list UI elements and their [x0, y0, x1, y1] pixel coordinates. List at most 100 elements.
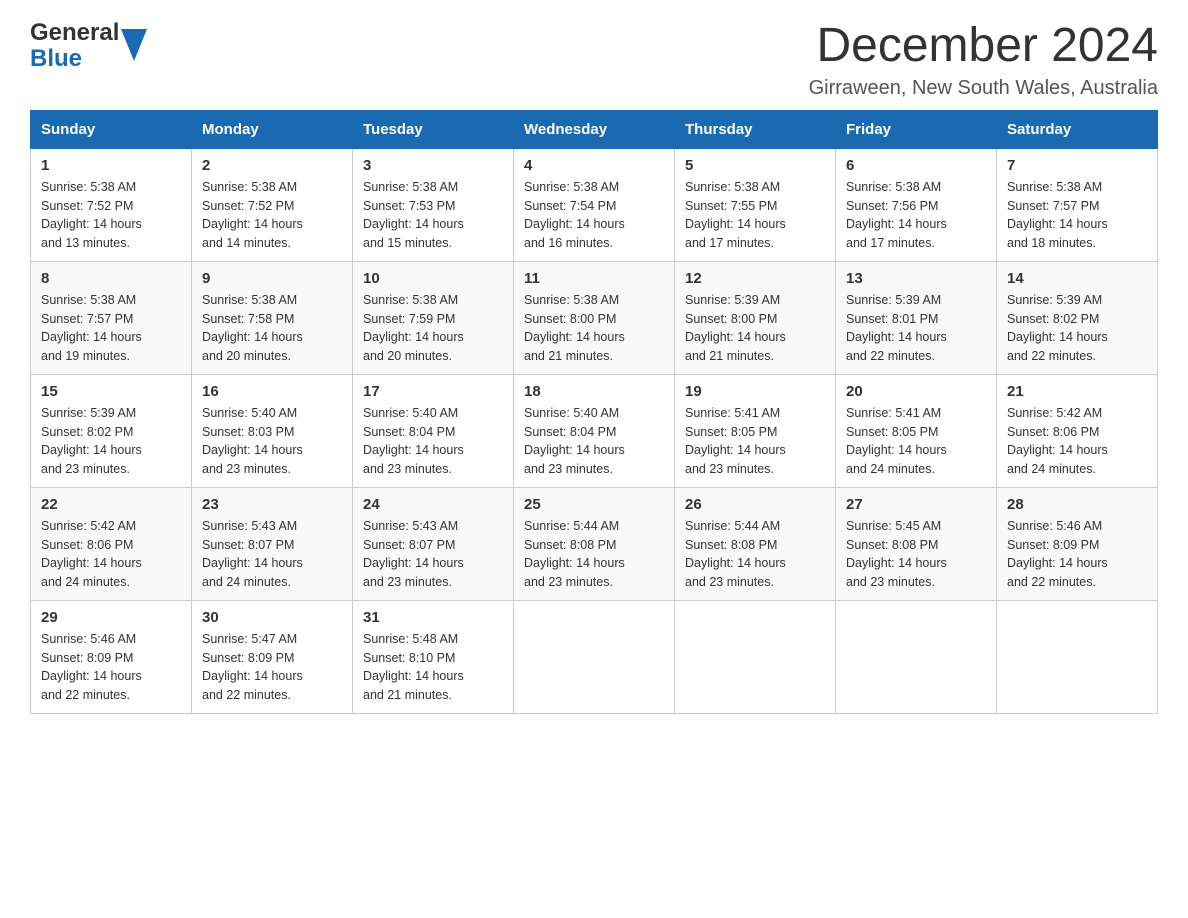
table-row: [514, 600, 675, 713]
day-number: 12: [685, 270, 825, 287]
calendar-week-row: 1 Sunrise: 5:38 AMSunset: 7:52 PMDaylight…: [31, 148, 1158, 261]
table-row: 7Sunrise: 5:38 AMSunset: 7:57 PMDaylight…: [997, 148, 1158, 261]
table-row: 14 Sunrise: 5:39 AMSunset: 8:02 PMDayligh…: [997, 261, 1158, 374]
table-row: 19 Sunrise: 5:41 AMSunset: 8:05 PMDayligh…: [675, 374, 836, 487]
calendar-table: Sunday Monday Tuesday Wednesday Thursday…: [30, 110, 1158, 714]
header-saturday: Saturday: [997, 110, 1158, 148]
table-row: 16 Sunrise: 5:40 AMSunset: 8:03 PMDayligh…: [192, 374, 353, 487]
table-row: 9 Sunrise: 5:38 AMSunset: 7:58 PMDaylight…: [192, 261, 353, 374]
day-info: Sunrise: 5:42 AMSunset: 8:06 PMDaylight:…: [41, 517, 181, 592]
day-info: Sunrise: 5:44 AMSunset: 8:08 PMDaylight:…: [685, 517, 825, 592]
table-row: [836, 600, 997, 713]
table-row: 25 Sunrise: 5:44 AMSunset: 8:08 PMDayligh…: [514, 487, 675, 600]
header-sunday: Sunday: [31, 110, 192, 148]
day-number: 15: [41, 383, 181, 400]
day-number: 23: [202, 496, 342, 513]
table-row: 21 Sunrise: 5:42 AMSunset: 8:06 PMDayligh…: [997, 374, 1158, 487]
table-row: 29 Sunrise: 5:46 AMSunset: 8:09 PMDayligh…: [31, 600, 192, 713]
table-row: 17 Sunrise: 5:40 AMSunset: 8:04 PMDayligh…: [353, 374, 514, 487]
day-number: 19: [685, 383, 825, 400]
day-info: Sunrise: 5:40 AMSunset: 8:03 PMDaylight:…: [202, 404, 342, 479]
day-info: Sunrise: 5:43 AMSunset: 8:07 PMDaylight:…: [363, 517, 503, 592]
day-info: Sunrise: 5:45 AMSunset: 8:08 PMDaylight:…: [846, 517, 986, 592]
table-row: 15 Sunrise: 5:39 AMSunset: 8:02 PMDayligh…: [31, 374, 192, 487]
day-number: 14: [1007, 270, 1147, 287]
day-number: 22: [41, 496, 181, 513]
day-info: Sunrise: 5:39 AMSunset: 8:00 PMDaylight:…: [685, 291, 825, 366]
table-row: 27 Sunrise: 5:45 AMSunset: 8:08 PMDayligh…: [836, 487, 997, 600]
table-row: 23 Sunrise: 5:43 AMSunset: 8:07 PMDayligh…: [192, 487, 353, 600]
day-number: 9: [202, 270, 342, 287]
day-info: Sunrise: 5:38 AMSunset: 7:59 PMDaylight:…: [363, 291, 503, 366]
table-row: 8 Sunrise: 5:38 AMSunset: 7:57 PMDaylight…: [31, 261, 192, 374]
day-info: Sunrise: 5:38 AMSunset: 7:55 PMDaylight:…: [685, 178, 825, 253]
table-row: 20Sunrise: 5:41 AMSunset: 8:05 PMDayligh…: [836, 374, 997, 487]
day-number: 16: [202, 383, 342, 400]
calendar-week-row: 22 Sunrise: 5:42 AMSunset: 8:06 PMDayligh…: [31, 487, 1158, 600]
header-tuesday: Tuesday: [353, 110, 514, 148]
location-title: Girraween, New South Wales, Australia: [809, 77, 1158, 100]
day-number: 28: [1007, 496, 1147, 513]
day-info: Sunrise: 5:39 AMSunset: 8:02 PMDaylight:…: [41, 404, 181, 479]
table-row: 10 Sunrise: 5:38 AMSunset: 7:59 PMDayligh…: [353, 261, 514, 374]
table-row: [675, 600, 836, 713]
day-number: 18: [524, 383, 664, 400]
day-number: 8: [41, 270, 181, 287]
day-info: Sunrise: 5:38 AMSunset: 7:53 PMDaylight:…: [363, 178, 503, 253]
table-row: 31Sunrise: 5:48 AMSunset: 8:10 PMDayligh…: [353, 600, 514, 713]
day-info: Sunrise: 5:40 AMSunset: 8:04 PMDaylight:…: [363, 404, 503, 479]
calendar-header-row: Sunday Monday Tuesday Wednesday Thursday…: [31, 110, 1158, 148]
day-info: Sunrise: 5:38 AMSunset: 7:57 PMDaylight:…: [1007, 178, 1147, 253]
calendar-week-row: 15 Sunrise: 5:39 AMSunset: 8:02 PMDayligh…: [31, 374, 1158, 487]
day-number: 27: [846, 496, 986, 513]
table-row: 2Sunrise: 5:38 AMSunset: 7:52 PMDaylight…: [192, 148, 353, 261]
day-number: 21: [1007, 383, 1147, 400]
day-number: 25: [524, 496, 664, 513]
day-number: 1: [41, 157, 181, 174]
day-info: Sunrise: 5:46 AMSunset: 8:09 PMDaylight:…: [41, 630, 181, 705]
table-row: 13Sunrise: 5:39 AMSunset: 8:01 PMDayligh…: [836, 261, 997, 374]
header-thursday: Thursday: [675, 110, 836, 148]
month-title: December 2024: [809, 20, 1158, 73]
day-info: Sunrise: 5:47 AMSunset: 8:09 PMDaylight:…: [202, 630, 342, 705]
day-number: 26: [685, 496, 825, 513]
day-info: Sunrise: 5:38 AMSunset: 7:56 PMDaylight:…: [846, 178, 986, 253]
day-number: 6: [846, 157, 986, 174]
day-info: Sunrise: 5:38 AMSunset: 7:54 PMDaylight:…: [524, 178, 664, 253]
day-info: Sunrise: 5:41 AMSunset: 8:05 PMDaylight:…: [846, 404, 986, 479]
table-row: 1 Sunrise: 5:38 AMSunset: 7:52 PMDaylight…: [31, 148, 192, 261]
day-info: Sunrise: 5:42 AMSunset: 8:06 PMDaylight:…: [1007, 404, 1147, 479]
day-number: 30: [202, 609, 342, 626]
logo: General Blue: [30, 20, 147, 73]
day-info: Sunrise: 5:43 AMSunset: 8:07 PMDaylight:…: [202, 517, 342, 592]
day-number: 2: [202, 157, 342, 174]
day-info: Sunrise: 5:38 AMSunset: 7:57 PMDaylight:…: [41, 291, 181, 366]
day-info: Sunrise: 5:48 AMSunset: 8:10 PMDaylight:…: [363, 630, 503, 705]
table-row: 3 Sunrise: 5:38 AMSunset: 7:53 PMDaylight…: [353, 148, 514, 261]
table-row: 28 Sunrise: 5:46 AMSunset: 8:09 PMDayligh…: [997, 487, 1158, 600]
day-number: 13: [846, 270, 986, 287]
table-row: 26 Sunrise: 5:44 AMSunset: 8:08 PMDayligh…: [675, 487, 836, 600]
table-row: 22 Sunrise: 5:42 AMSunset: 8:06 PMDayligh…: [31, 487, 192, 600]
table-row: [997, 600, 1158, 713]
day-info: Sunrise: 5:38 AMSunset: 7:58 PMDaylight:…: [202, 291, 342, 366]
day-number: 5: [685, 157, 825, 174]
day-info: Sunrise: 5:44 AMSunset: 8:08 PMDaylight:…: [524, 517, 664, 592]
header-wednesday: Wednesday: [514, 110, 675, 148]
day-info: Sunrise: 5:41 AMSunset: 8:05 PMDaylight:…: [685, 404, 825, 479]
day-info: Sunrise: 5:46 AMSunset: 8:09 PMDaylight:…: [1007, 517, 1147, 592]
day-info: Sunrise: 5:39 AMSunset: 8:02 PMDaylight:…: [1007, 291, 1147, 366]
logo-blue-text: Blue: [30, 46, 119, 72]
header-monday: Monday: [192, 110, 353, 148]
table-row: 5 Sunrise: 5:38 AMSunset: 7:55 PMDaylight…: [675, 148, 836, 261]
day-info: Sunrise: 5:38 AMSunset: 7:52 PMDaylight:…: [41, 178, 181, 253]
day-number: 29: [41, 609, 181, 626]
header: General Blue December 2024 Girraween, Ne…: [30, 20, 1158, 100]
calendar-week-row: 29 Sunrise: 5:46 AMSunset: 8:09 PMDayligh…: [31, 600, 1158, 713]
day-number: 17: [363, 383, 503, 400]
day-number: 3: [363, 157, 503, 174]
day-number: 11: [524, 270, 664, 287]
day-number: 10: [363, 270, 503, 287]
title-block: December 2024 Girraween, New South Wales…: [809, 20, 1158, 100]
day-info: Sunrise: 5:38 AMSunset: 8:00 PMDaylight:…: [524, 291, 664, 366]
